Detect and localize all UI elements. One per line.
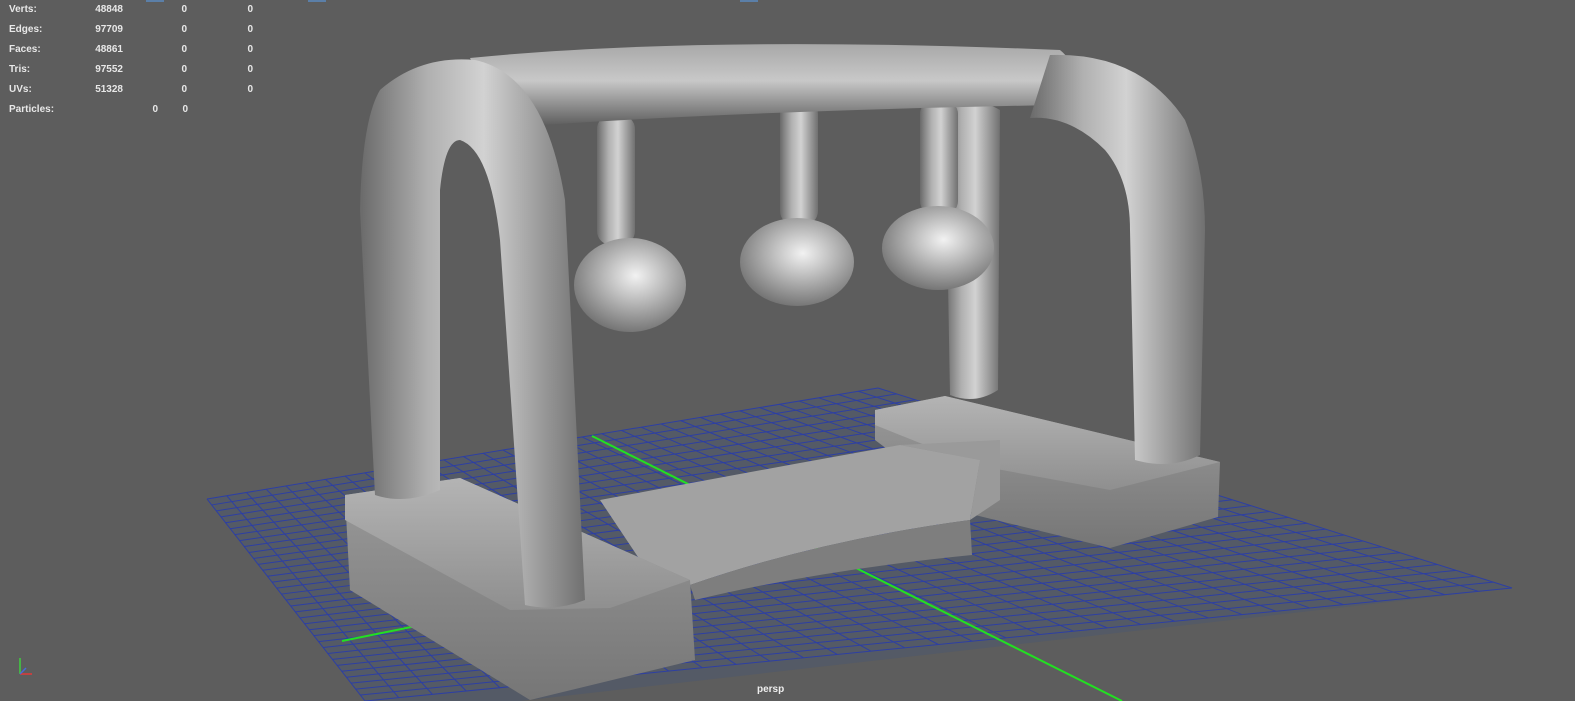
- stat-value: 51328: [95, 84, 123, 95]
- stat-value: 0: [181, 24, 187, 35]
- stat-value: 97552: [95, 64, 123, 75]
- stat-value: 0: [247, 44, 253, 55]
- stat-row-uvs: UVs: 51328 0 0: [9, 84, 269, 104]
- stat-value: 0: [181, 44, 187, 55]
- stat-value: 48848: [95, 4, 123, 15]
- stat-label: UVs:: [9, 84, 32, 95]
- stat-row-verts: Verts: 48848 0 0: [9, 4, 269, 24]
- stat-label: Particles:: [9, 104, 55, 115]
- stat-value: 48861: [95, 44, 123, 55]
- stat-label: Edges:: [9, 24, 43, 35]
- stat-value: 0: [181, 84, 187, 95]
- stat-value: 97709: [95, 24, 123, 35]
- stat-value: 0: [182, 104, 188, 115]
- heads-up-poly-count: Verts: 48848 0 0 Edges: 97709 0 0 Faces:…: [9, 4, 269, 124]
- stat-row-faces: Faces: 48861 0 0: [9, 44, 269, 64]
- stat-label: Verts:: [9, 4, 37, 15]
- stat-value: 0: [247, 84, 253, 95]
- stat-value: 0: [247, 24, 253, 35]
- stat-value: 0: [181, 4, 187, 15]
- stat-value: 0: [247, 64, 253, 75]
- stat-label: Tris:: [9, 64, 31, 75]
- stat-value: 0: [181, 64, 187, 75]
- hanging-bags[interactable]: [574, 100, 994, 332]
- stat-row-particles: Particles: 0 0: [9, 104, 269, 124]
- stat-value: 0: [247, 4, 253, 15]
- xyz-axis-gizmo-icon: [19, 658, 32, 675]
- stat-row-edges: Edges: 97709 0 0: [9, 24, 269, 44]
- camera-name-label: persp: [757, 684, 785, 695]
- stat-row-tris: Tris: 97552 0 0: [9, 64, 269, 84]
- right-arch[interactable]: [1030, 54, 1205, 465]
- stat-label: Faces:: [9, 44, 41, 55]
